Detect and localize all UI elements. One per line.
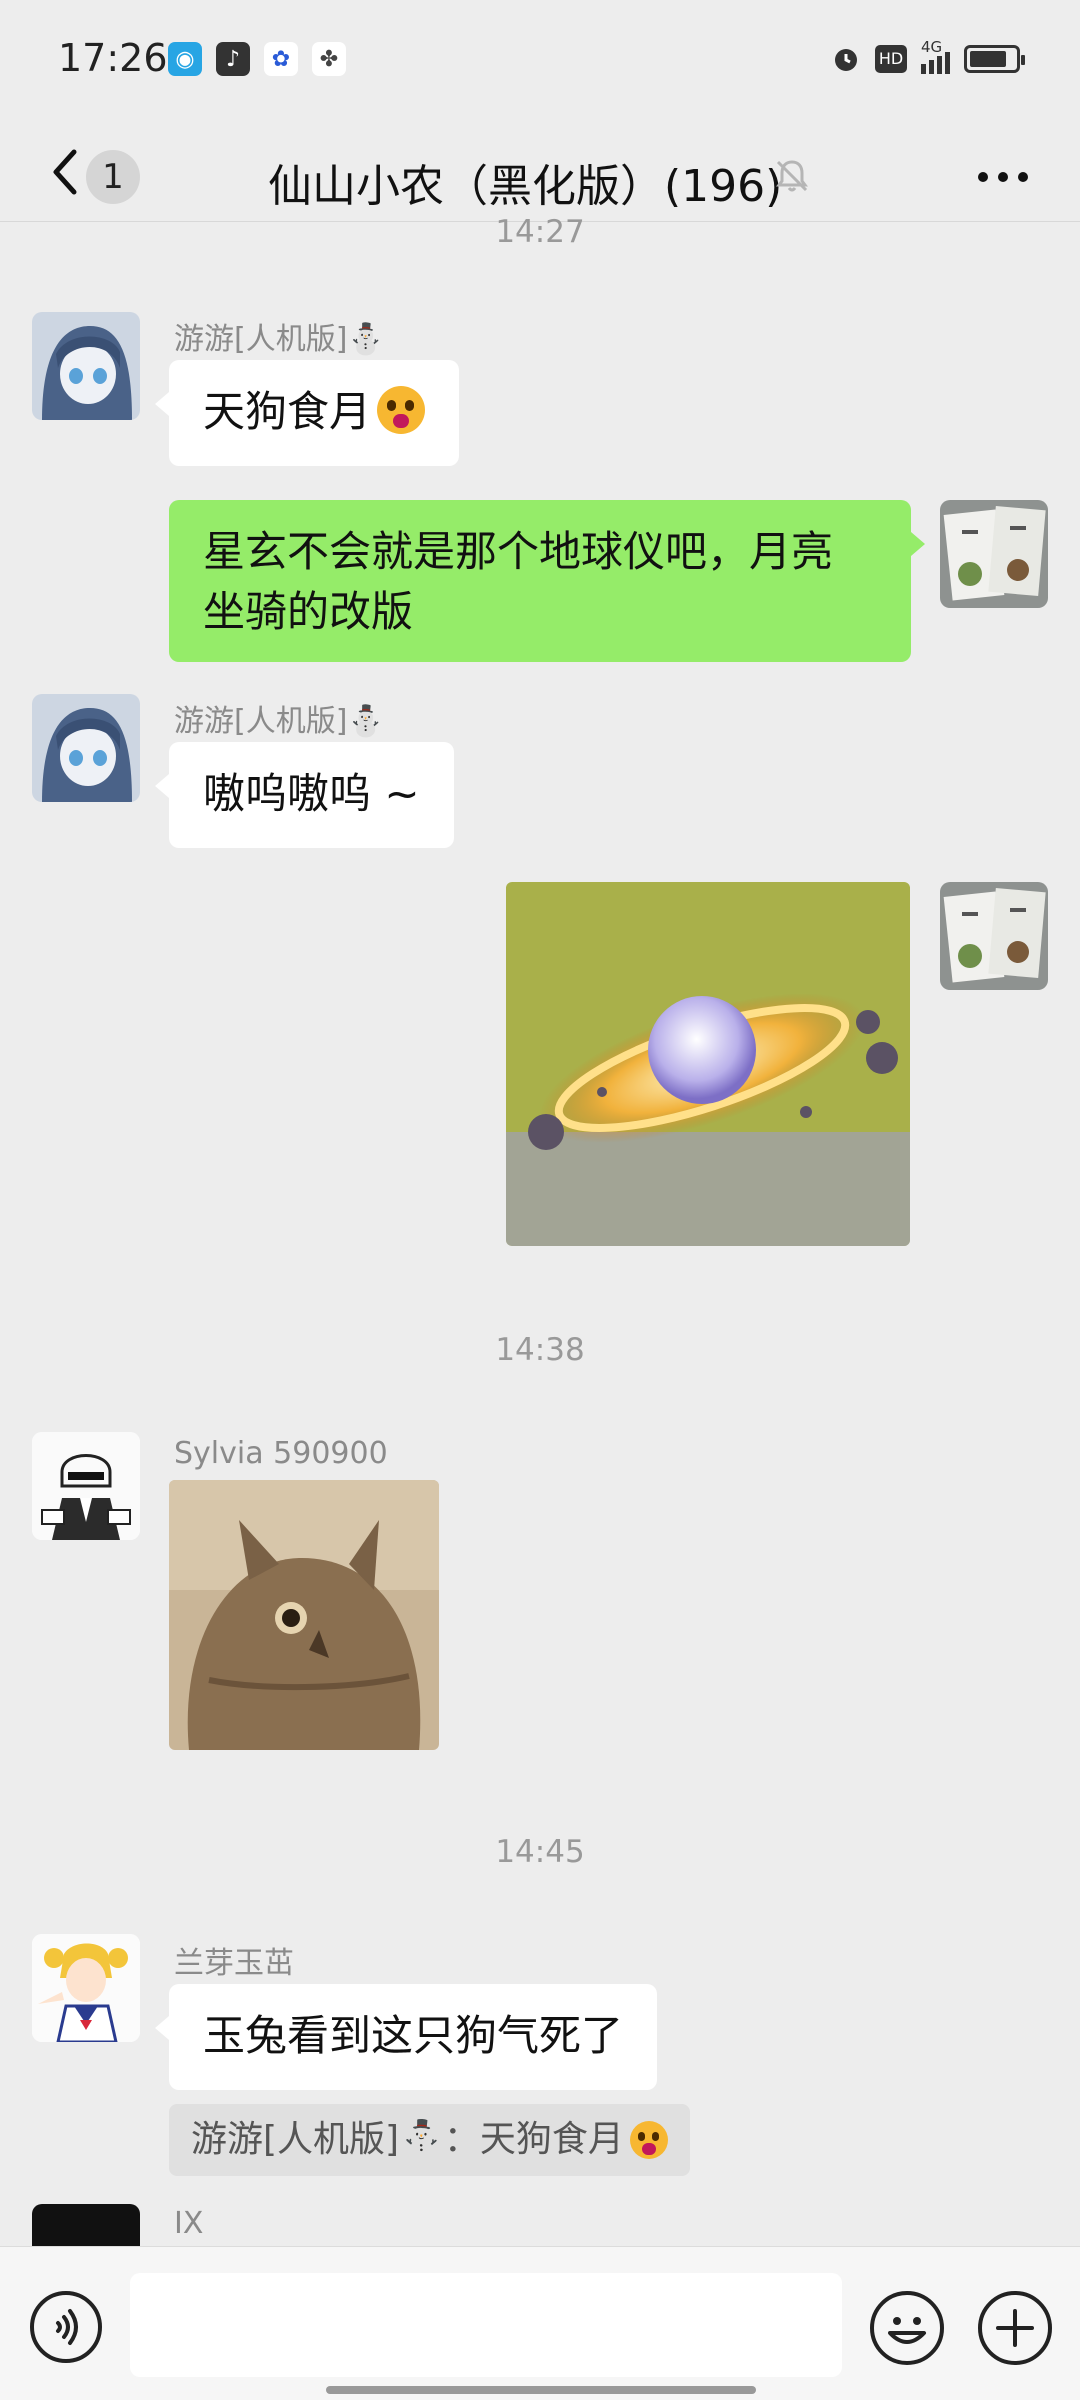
baidu-icon: ✿ [264,42,298,76]
message-text: 嗷呜嗷呜 ~ [203,769,420,818]
message-text: 坐骑的改版 [203,587,414,636]
home-indicator[interactable] [326,2386,756,2394]
app-notification-icon: ◉ [168,42,202,76]
message-bubble[interactable]: 玉兔看到这只狗气死了 [154,1984,658,2090]
more-functions-plus-icon[interactable] [978,2291,1052,2365]
notification-icons: ◉ ♪ ✿ ✤ [168,42,346,76]
message-text: 星玄不会就是那个地球仪吧，月亮 [203,527,834,576]
message-timestamp: 14:27 [495,214,585,250]
surprised-emoji-icon [377,386,426,434]
pinwheel-icon: ✤ [312,42,346,76]
self-avatar[interactable] [940,500,1048,608]
sender-name: IX [174,2206,204,2241]
message-text-input[interactable] [130,2273,842,2377]
sender-avatar[interactable] [32,312,140,420]
muted-bell-icon [776,160,808,192]
emoji-picker-icon[interactable] [870,2291,944,2365]
alarm-icon [835,49,857,71]
status-time: 17:26 [58,36,168,80]
message-bubble[interactable]: 天狗食月 [154,360,460,466]
quoted-text: 游游[人机版]⛄：天狗食月 [191,2119,624,2160]
battery-icon [964,45,1025,73]
system-icons: HD 4G [831,38,1025,74]
message-text: 天狗食月 [203,387,372,436]
message-timestamp: 14:45 [495,1834,585,1870]
message-text: 玉兔看到这只狗气死了 [203,2011,624,2060]
sender-name: 游游[人机版]⛄ [174,322,385,357]
sender-avatar[interactable] [32,1934,140,2042]
unread-count-badge[interactable]: 1 [86,150,140,204]
image-message[interactable] [169,1480,439,1750]
status-bar: 17:26 ◉ ♪ ✿ ✤ HD 4G [0,0,1080,120]
message-bubble-self[interactable]: 星玄不会就是那个地球仪吧，月亮 坐骑的改版 [169,500,925,662]
quoted-message[interactable]: 游游[人机版]⛄：天狗食月 [169,2104,690,2176]
network-type-label: 4G [921,38,943,56]
sender-name: Sylvia 590900 [174,1436,388,1471]
chat-header: 1 仙山小农（黑化版）(196) [0,120,1080,222]
chat-title: 仙山小农（黑化版）(196) [268,161,783,212]
signal-icon: 4G [921,38,950,74]
sender-name: 游游[人机版]⛄ [174,704,385,739]
sender-avatar[interactable] [32,694,140,802]
message-bubble[interactable]: 嗷呜嗷呜 ~ [155,742,454,848]
more-options-icon[interactable] [978,172,1028,182]
image-message[interactable] [506,882,910,1246]
sender-avatar[interactable] [32,1432,140,1540]
sender-name: 兰芽玉茁 [174,1946,294,1981]
message-timestamp: 14:38 [495,1332,585,1368]
message-input-bar [0,2246,1080,2400]
self-avatar[interactable] [940,882,1048,990]
tiktok-icon: ♪ [216,42,250,76]
voice-input-icon[interactable] [30,2291,102,2363]
surprised-emoji-icon [629,2121,668,2159]
hd-icon: HD [875,45,907,73]
sender-avatar[interactable] [32,2204,140,2246]
